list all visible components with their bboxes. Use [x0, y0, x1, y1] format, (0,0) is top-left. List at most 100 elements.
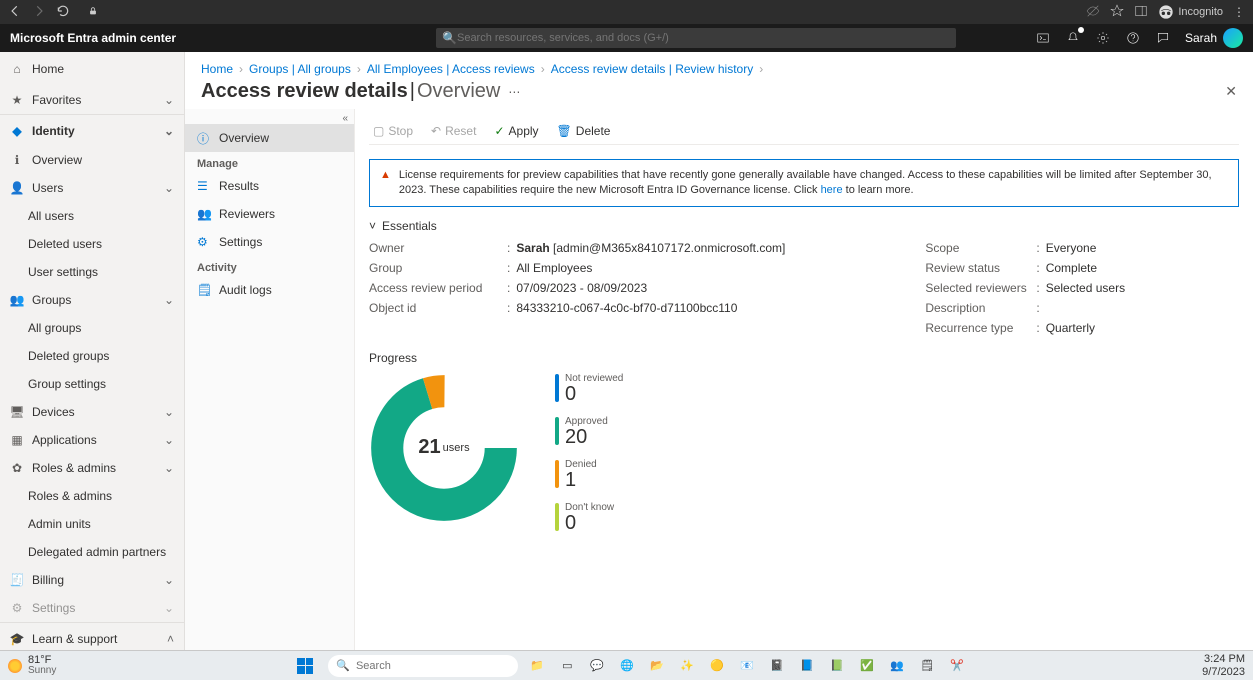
kv-key: Scope [925, 241, 1030, 255]
nav-delegated[interactable]: Delegated admin partners [0, 538, 184, 566]
user-menu[interactable]: Sarah [1185, 28, 1243, 48]
reset-button[interactable]: ↶Reset [431, 124, 476, 138]
nav-label: All groups [28, 321, 81, 335]
taskbar-app-explorer[interactable]: 📁 [526, 655, 548, 677]
crumb-home[interactable]: Home [201, 62, 233, 76]
nav-applications[interactable]: ▦Applications⌄ [0, 426, 184, 454]
kebab-icon[interactable]: ⋮ [1233, 5, 1245, 19]
taskbar-clock[interactable]: 3:24 PM 9/7/2023 [1202, 653, 1245, 677]
nav-deleted-groups[interactable]: Deleted groups [0, 342, 184, 370]
crumb-employees[interactable]: All Employees | Access reviews [367, 62, 535, 76]
nav-all-groups[interactable]: All groups [0, 314, 184, 342]
menu-audit-logs[interactable]: 🗒Audit logs [185, 276, 354, 304]
menu-settings[interactable]: ⚙Settings [185, 228, 354, 256]
kv-value: Quarterly [1046, 321, 1095, 335]
reload-icon[interactable] [56, 4, 70, 21]
license-notice: ▲ License requirements for preview capab… [369, 159, 1239, 207]
taskbar-app-outlook[interactable]: 📧 [736, 655, 758, 677]
nav-roles-admins[interactable]: ✿Roles & admins⌄ [0, 454, 184, 482]
stat-value: 0 [565, 384, 623, 404]
nav-roles-admins-sub[interactable]: Roles & admins [0, 482, 184, 510]
nav-devices[interactable]: 🖥Devices⌄ [0, 398, 184, 426]
taskbar-app-snip[interactable]: ✂️ [946, 655, 968, 677]
nav-all-users[interactable]: All users [0, 202, 184, 230]
delete-button[interactable]: 🗑Delete [557, 124, 611, 138]
taskbar-app-teams2[interactable]: 👥 [886, 655, 908, 677]
forward-icon[interactable] [32, 4, 46, 21]
user-name: Sarah [1185, 31, 1217, 45]
global-search-input[interactable] [457, 32, 950, 44]
stop-icon: ▢ [373, 124, 384, 138]
more-actions-button[interactable]: ⋯ [508, 85, 520, 99]
menu-overview[interactable]: ⓘOverview [185, 124, 354, 152]
nav-identity[interactable]: ◆Identity⌄ [0, 114, 184, 146]
essentials-toggle[interactable]: ˅Essentials [369, 219, 1239, 233]
chevron-down-icon: ⌄ [164, 433, 174, 447]
help-icon[interactable] [1125, 30, 1141, 46]
taskbar-app-excel[interactable]: 📗 [826, 655, 848, 677]
nav-overview[interactable]: ℹOverview [0, 146, 184, 174]
nav-label: Applications [32, 433, 97, 447]
taskbar-app-files[interactable]: 📂 [646, 655, 668, 677]
people-icon: 👥 [197, 207, 211, 221]
global-search[interactable]: 🔍 [436, 28, 956, 48]
taskbar-weather[interactable]: 81°FSunny [8, 655, 56, 676]
menu-results[interactable]: ☰Results [185, 172, 354, 200]
stat-approved: Approved20 [555, 416, 623, 447]
nav-user-settings[interactable]: User settings [0, 258, 184, 286]
nav-favorites[interactable]: ★Favorites⌄ [0, 86, 184, 114]
learn-icon: 🎓 [10, 632, 24, 646]
nav-label: Admin units [28, 517, 91, 531]
collapse-resource-menu[interactable]: « [185, 113, 354, 124]
cloud-shell-icon[interactable] [1035, 30, 1051, 46]
search-icon: 🔍 [336, 659, 350, 672]
clock-time: 3:24 PM [1204, 653, 1245, 665]
user-icon: 👤 [10, 181, 24, 195]
start-button[interactable] [290, 655, 320, 677]
taskbar-app-edge[interactable]: 🌐 [616, 655, 638, 677]
stat-denied: Denied1 [555, 459, 623, 490]
settings-icon[interactable] [1095, 30, 1111, 46]
taskbar-app-onenote[interactable]: 📓 [766, 655, 788, 677]
menu-reviewers[interactable]: 👥Reviewers [185, 200, 354, 228]
panel-icon[interactable] [1134, 4, 1148, 21]
nav-settings[interactable]: ⚙Settings⌄ [0, 594, 184, 622]
feedback-icon[interactable] [1155, 30, 1171, 46]
taskbar-search-input[interactable] [356, 660, 510, 672]
nav-group-settings[interactable]: Group settings [0, 370, 184, 398]
taskbar-app-taskview[interactable]: ▭ [556, 655, 578, 677]
taskbar-app-teams[interactable]: 💬 [586, 655, 608, 677]
taskbar-app-todo[interactable]: ✅ [856, 655, 878, 677]
kv-key: Recurrence type [925, 321, 1030, 335]
notifications-icon[interactable] [1065, 30, 1081, 46]
nav-learn-support[interactable]: 🎓Learn & support˄ [0, 622, 184, 650]
eye-off-icon[interactable] [1086, 4, 1100, 21]
nav-deleted-users[interactable]: Deleted users [0, 230, 184, 258]
nav-groups[interactable]: 👥Groups⌄ [0, 286, 184, 314]
nav-admin-units[interactable]: Admin units [0, 510, 184, 538]
close-blade-button[interactable]: ✕ [1225, 83, 1237, 100]
address-bar[interactable] [80, 4, 1076, 20]
notice-text: License requirements for preview capabil… [399, 169, 1212, 196]
taskbar-app-word[interactable]: 📘 [796, 655, 818, 677]
crumb-groups[interactable]: Groups | All groups [249, 62, 351, 76]
apply-button[interactable]: ✓Apply [494, 124, 538, 138]
crumb-details[interactable]: Access review details | Review history [551, 62, 754, 76]
stop-button[interactable]: ▢Stop [373, 124, 413, 138]
app-brand[interactable]: Microsoft Entra admin center [10, 31, 176, 45]
taskbar-app-chrome[interactable]: 🟡 [706, 655, 728, 677]
taskbar-app-copilot[interactable]: ✨ [676, 655, 698, 677]
stat-value: 1 [565, 470, 597, 490]
progress-section: Progress 21users Not reviewed0 Approved2… [369, 351, 1239, 533]
back-icon[interactable] [8, 4, 22, 21]
kv-key: Group [369, 261, 501, 275]
notice-link[interactable]: here [821, 184, 843, 196]
kv-key: Description [925, 301, 1030, 315]
taskbar-app-notes[interactable]: 🗒 [916, 655, 938, 677]
star-icon[interactable] [1110, 4, 1124, 21]
taskbar-search[interactable]: 🔍 [328, 655, 518, 677]
nav-label: Deleted users [28, 237, 102, 251]
nav-users[interactable]: 👤Users⌄ [0, 174, 184, 202]
nav-billing[interactable]: 🧾Billing⌄ [0, 566, 184, 594]
nav-home[interactable]: ⌂Home [0, 52, 184, 86]
